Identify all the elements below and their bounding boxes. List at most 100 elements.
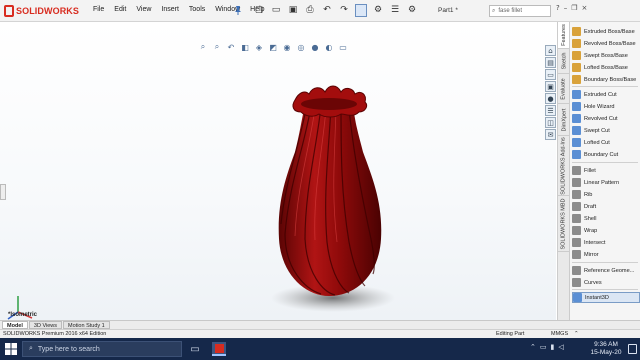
redo-icon[interactable]: ↷ (337, 3, 351, 17)
apply-scene-icon[interactable]: ◐ (324, 42, 334, 52)
taskbar-clock[interactable]: 9:36 AM 15-May-20 (586, 341, 626, 357)
tab-motion-study[interactable]: Motion Study 1 (63, 321, 110, 329)
tab-model[interactable]: Model (2, 321, 28, 329)
search-box[interactable]: ⌕ fase fillet (489, 5, 551, 17)
solidworks-logo[interactable]: SOLIDWORKS (4, 4, 79, 18)
search-icon: ⌕ (492, 7, 496, 14)
taskbar-search-input[interactable]: Type here to search (38, 346, 100, 353)
command-swept-cut[interactable]: Swept Cut (572, 125, 640, 136)
pin-menu-icon[interactable] (233, 5, 243, 16)
hide-show-items-icon[interactable]: ◎ (296, 42, 306, 52)
tab-3d-views[interactable]: 3D Views (28, 321, 63, 329)
vase-model[interactable] (265, 74, 395, 314)
command-fillet[interactable]: Fillet (572, 165, 640, 176)
command-wrap[interactable]: Wrap (572, 225, 640, 236)
minimize-icon[interactable]: – (564, 4, 568, 12)
tray-overflow-icon[interactable]: ⌃ (530, 343, 536, 351)
clock-date: 15-May-20 (590, 349, 622, 356)
file-explorer-icon[interactable]: ▭ (545, 69, 556, 80)
command-intersect[interactable]: Intersect (572, 237, 640, 248)
volume-icon[interactable]: ◁ (558, 343, 563, 351)
graphics-area[interactable]: ⌕ ⌕ ↶ ◧ ◈ ◩ ◉ ◎ ● ◐ ▭ *Isometric (0, 22, 556, 320)
appearances-icon[interactable]: ● (545, 93, 556, 104)
command-group-separator (572, 262, 638, 263)
solidworks-window: SOLIDWORKS File Edit View Insert Tools W… (0, 0, 640, 360)
windows-start-icon[interactable] (4, 342, 18, 356)
search-input[interactable]: fase fillet (498, 8, 522, 14)
help-icon[interactable]: ? (556, 4, 560, 12)
menu-file[interactable]: File (88, 6, 109, 13)
display-style-icon[interactable]: ◉ (282, 42, 292, 52)
open-file-icon[interactable]: ▭ (269, 3, 283, 17)
command-swept-boss-base[interactable]: Swept Boss/Base (572, 50, 640, 61)
section-view-icon[interactable]: ◧ (240, 42, 250, 52)
zoom-to-fit-icon[interactable]: ⌕ (198, 42, 208, 52)
custom-properties-icon[interactable]: ☰ (545, 105, 556, 116)
fillet-icon (572, 166, 581, 175)
command-boundary-cut[interactable]: Boundary Cut (572, 149, 640, 160)
save-icon[interactable]: ▣ (286, 3, 300, 17)
edition-text: SOLIDWORKS Premium 2016 x64 Edition (3, 331, 107, 337)
previous-view-icon[interactable]: ↶ (226, 42, 236, 52)
command-mirror[interactable]: Mirror (572, 249, 640, 260)
features-command-panel: Extruded Boss/Base Revolved Boss/Base Swep… (569, 22, 640, 320)
command-draft[interactable]: Draft (572, 201, 640, 212)
boundary-boss-base-icon (572, 75, 581, 84)
view-orientation-label: *Isometric (8, 312, 38, 318)
status-options-icon[interactable]: ⌃ (574, 331, 579, 337)
command-revolved-cut[interactable]: Revolved Cut (572, 113, 640, 124)
battery-icon[interactable]: ▮ (551, 343, 555, 351)
command-shell[interactable]: Shell (572, 213, 640, 224)
design-library-icon[interactable]: ▤ (545, 57, 556, 68)
menu-view[interactable]: View (131, 6, 156, 13)
heads-up-view-toolbar: ⌕ ⌕ ↶ ◧ ◈ ◩ ◉ ◎ ● ◐ ▭ (198, 42, 348, 52)
print-icon[interactable]: ⎙ (303, 3, 317, 17)
command-boundary-boss-base[interactable]: Boundary Boss/Base (572, 74, 640, 85)
solidworks-resources-icon[interactable]: ◫ (545, 117, 556, 128)
rebuild-icon[interactable]: ⚙ (371, 3, 385, 17)
command-rib[interactable]: Rib (572, 189, 640, 200)
solidworks-app-icon (214, 343, 224, 353)
view-palette-icon[interactable]: ▣ (545, 81, 556, 92)
command-hole-wizard[interactable]: Hole Wizard (572, 101, 640, 112)
command-lofted-cut[interactable]: Lofted Cut (572, 137, 640, 148)
network-icon[interactable]: ▭ (540, 343, 547, 351)
forum-icon[interactable]: ✉ (545, 129, 556, 140)
close-icon[interactable]: × (582, 4, 588, 12)
edit-appearance-icon[interactable]: ● (310, 42, 320, 52)
command-reference-geome[interactable]: Reference Geome... (572, 265, 640, 276)
command-label: Wrap (584, 227, 598, 234)
view-orientation-icon[interactable]: ◩ (268, 42, 278, 52)
command-label: Curves (584, 279, 602, 286)
command-linear-pattern[interactable]: Linear Pattern (572, 177, 640, 188)
menu-edit[interactable]: Edit (109, 6, 131, 13)
restore-icon[interactable]: ❐ (571, 4, 577, 12)
menu-insert[interactable]: Insert (156, 6, 184, 13)
command-lofted-boss-base[interactable]: Lofted Boss/Base (572, 62, 640, 73)
dynamic-annotation-icon[interactable]: ◈ (254, 42, 264, 52)
undo-icon[interactable]: ↶ (320, 3, 334, 17)
new-document-icon[interactable]: ▢ (252, 3, 266, 17)
command-curves[interactable]: Curves (572, 277, 640, 288)
command-extruded-cut[interactable]: Extruded Cut (572, 89, 640, 100)
command-extruded-boss-base[interactable]: Extruded Boss/Base (572, 26, 640, 37)
zoom-to-area-icon[interactable]: ⌕ (212, 42, 222, 52)
select-tool-button[interactable] (354, 3, 368, 17)
feature-manager-toggle[interactable] (0, 184, 6, 200)
units-selector[interactable]: MMGS (551, 331, 568, 337)
hole-wizard-icon (572, 102, 581, 111)
status-bar: SOLIDWORKS Premium 2016 x64 Edition Edit… (0, 329, 640, 338)
task-view-icon[interactable]: ▭ (188, 342, 202, 356)
notifications-icon[interactable] (628, 344, 637, 354)
menu-tools[interactable]: Tools (184, 6, 210, 13)
command-label: Reference Geome... (584, 267, 635, 274)
file-properties-icon[interactable]: ☰ (388, 3, 402, 17)
options-gear-icon[interactable]: ⚙ (405, 3, 419, 17)
solidworks-taskbar-icon[interactable] (212, 342, 226, 356)
command-revolved-boss-base[interactable]: Revolved Boss/Base (572, 38, 640, 49)
view-settings-icon[interactable]: ▭ (338, 42, 348, 52)
command-instant3d[interactable]: Instant3D (572, 292, 640, 303)
taskbar-search-box[interactable]: ⌕ Type here to search (22, 341, 182, 357)
home-icon[interactable]: ⌂ (545, 45, 556, 56)
mirror-icon (572, 250, 581, 259)
